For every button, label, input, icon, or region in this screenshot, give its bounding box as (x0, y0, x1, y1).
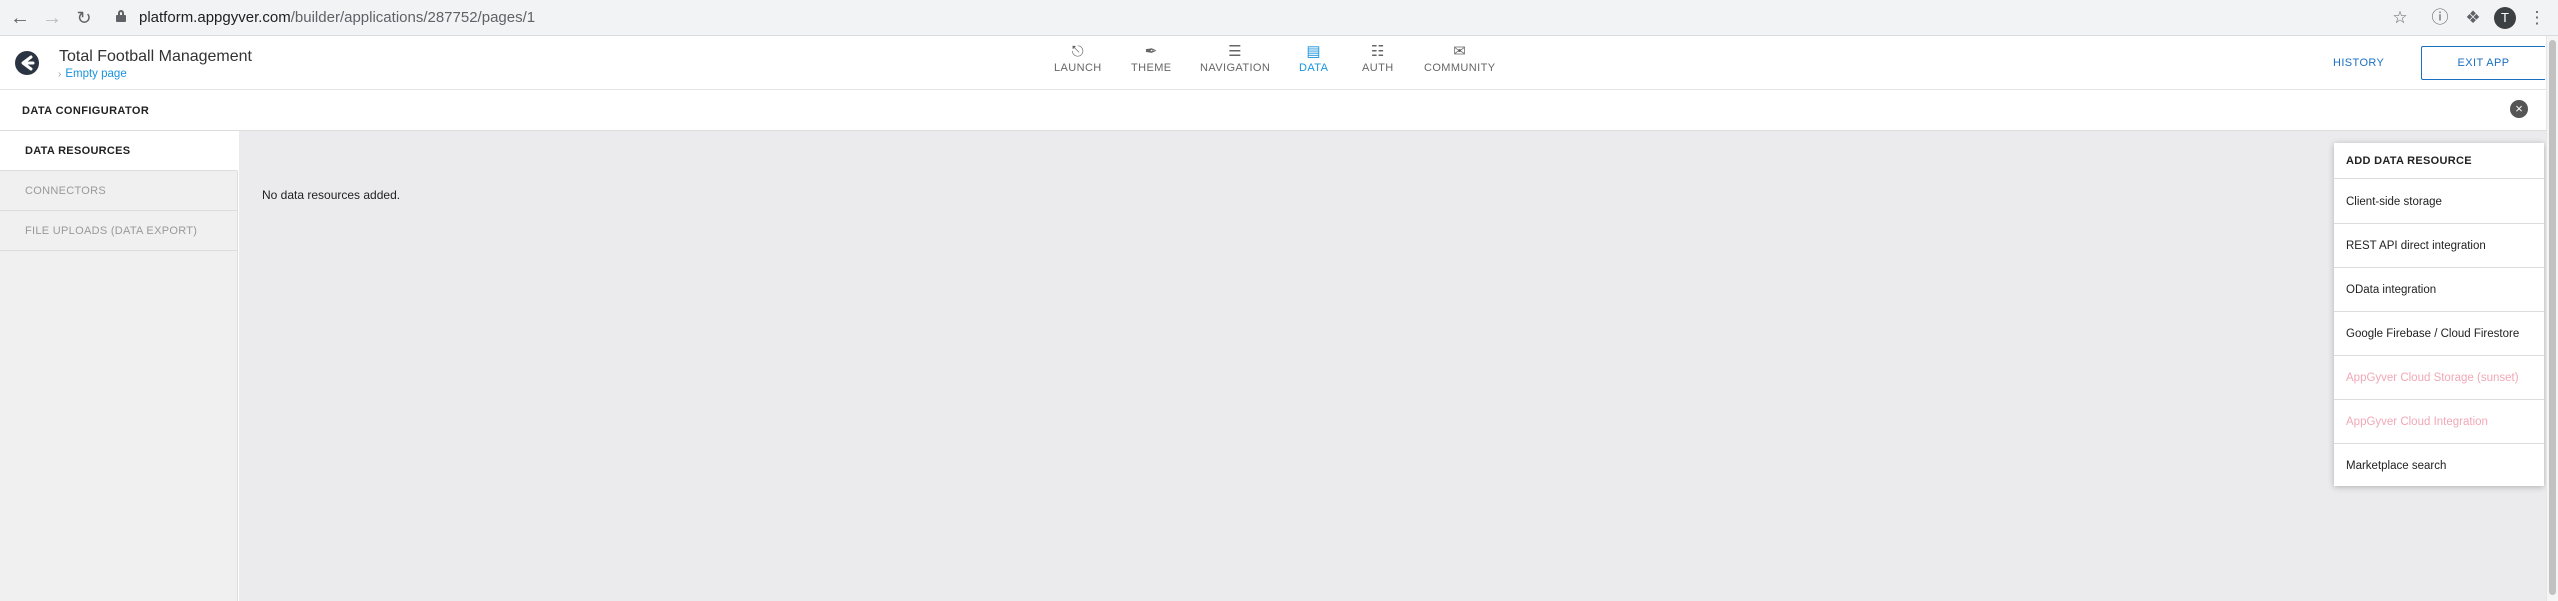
tab-label: DATA (1299, 62, 1329, 74)
tab-navigation[interactable]: ☰ NAVIGATION (1200, 42, 1270, 74)
close-icon[interactable]: × (2510, 100, 2528, 118)
menu-item-firebase[interactable]: Google Firebase / Cloud Firestore (2334, 312, 2544, 356)
app-title: Total Football Management (59, 48, 252, 65)
url-host: platform.appgyver.com (139, 9, 291, 26)
menu-item-marketplace-search[interactable]: Marketplace search (2334, 444, 2544, 488)
brush-icon: ✒ (1144, 43, 1158, 60)
tab-theme[interactable]: ✒ THEME (1131, 42, 1172, 74)
url-text[interactable]: platform.appgyver.com/builder/applicatio… (139, 9, 535, 26)
reload-icon[interactable]: ↻ (72, 6, 96, 30)
lock-icon (116, 10, 126, 22)
empty-state-message: No data resources added. (262, 188, 401, 202)
chevron-right-icon: › (58, 69, 62, 80)
tab-label: AUTH (1362, 62, 1394, 74)
document-icon: ☷ (1370, 43, 1385, 60)
back-arrow-icon[interactable]: ← (8, 6, 32, 30)
forward-arrow-icon[interactable]: → (40, 6, 64, 30)
menu-item-rest-api[interactable]: REST API direct integration (2334, 224, 2544, 268)
sidebar-item-connectors[interactable]: CONNECTORS (0, 171, 238, 211)
chat-icon: ✉ (1453, 43, 1467, 60)
appgyver-logo-icon[interactable] (14, 50, 40, 76)
app-header: Total Football Management › Empty page ⎋ … (0, 36, 2558, 90)
url-path: /builder/applications/287752/pages/1 (290, 9, 536, 26)
breadcrumb[interactable]: › Empty page (58, 68, 127, 80)
left-sidebar: DATA RESOURCES CONNECTORS FILE UPLOADS (… (0, 131, 238, 601)
data-configurator-bar: DATA CONFIGURATOR × (0, 91, 2546, 131)
tab-data[interactable]: ▤ DATA (1299, 42, 1328, 74)
extensions-icon[interactable]: ❖ (2462, 7, 2484, 29)
exit-app-button[interactable]: EXIT APP (2421, 46, 2545, 80)
main-content: No data resources added. (239, 131, 2546, 601)
upload-circle-icon: ⎋ (1071, 43, 1084, 60)
menu-header: ADD DATA RESOURCE (2334, 143, 2544, 179)
add-data-resource-menu: ADD DATA RESOURCE Client-side storage RE… (2334, 143, 2544, 486)
star-icon[interactable]: ☆ (2389, 7, 2411, 29)
history-button[interactable]: HISTORY (2333, 57, 2384, 69)
list-icon: ☰ (1228, 43, 1243, 60)
profile-avatar[interactable]: T (2494, 7, 2516, 29)
tab-label: THEME (1131, 62, 1172, 74)
sidebar-item-file-uploads[interactable]: FILE UPLOADS (DATA EXPORT) (0, 211, 238, 251)
menu-item-cloud-integration: AppGyver Cloud Integration (2334, 400, 2544, 444)
tab-label: NAVIGATION (1200, 62, 1271, 74)
sidebar-item-data-resources[interactable]: DATA RESOURCES (0, 131, 238, 171)
scrollbar-thumb[interactable] (2549, 40, 2556, 595)
tab-label: COMMUNITY (1424, 62, 1496, 74)
tab-community[interactable]: ✉ COMMUNITY (1424, 42, 1495, 74)
browser-toolbar: ← → ↻ platform.appgyver.com/builder/appl… (0, 0, 2558, 36)
tab-label: LAUNCH (1054, 62, 1102, 74)
menu-dots-icon[interactable]: ⋮ (2526, 7, 2548, 29)
tab-launch[interactable]: ⎋ LAUNCH (1054, 42, 1102, 74)
tab-auth[interactable]: ☷ AUTH (1362, 42, 1394, 74)
breadcrumb-page[interactable]: Empty page (65, 68, 126, 80)
page-scrollbar[interactable] (2546, 36, 2558, 601)
menu-item-odata[interactable]: OData integration (2334, 268, 2544, 312)
info-icon[interactable]: ⓘ (2429, 7, 2451, 29)
menu-item-cloud-storage: AppGyver Cloud Storage (sunset) (2334, 356, 2544, 400)
menu-item-client-side-storage[interactable]: Client-side storage (2334, 180, 2544, 224)
folder-icon: ▤ (1306, 43, 1321, 60)
configurator-title: DATA CONFIGURATOR (22, 105, 150, 117)
